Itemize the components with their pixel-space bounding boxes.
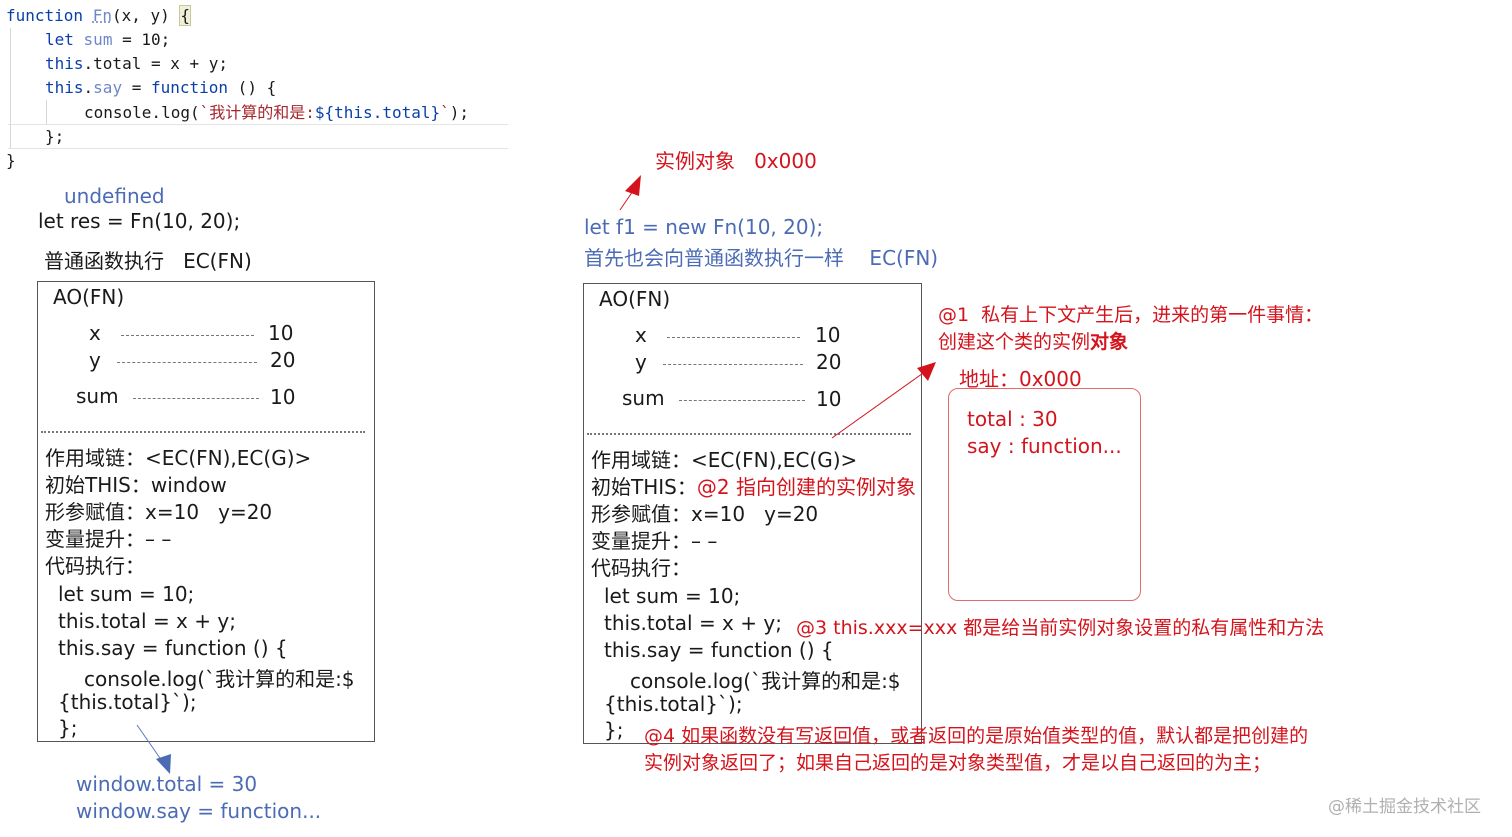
arrow-head: [156, 754, 171, 774]
arrow-head: [917, 362, 936, 381]
arrow-line: [831, 370, 927, 439]
arrow-scope-to-address: [831, 362, 936, 439]
arrow-overlay: [136, 175, 936, 774]
arrow-to-instance-object: [619, 175, 641, 211]
arrow-head: [625, 175, 641, 196]
arrow-line: [136, 724, 163, 762]
arrow-to-window-result: [136, 724, 171, 774]
